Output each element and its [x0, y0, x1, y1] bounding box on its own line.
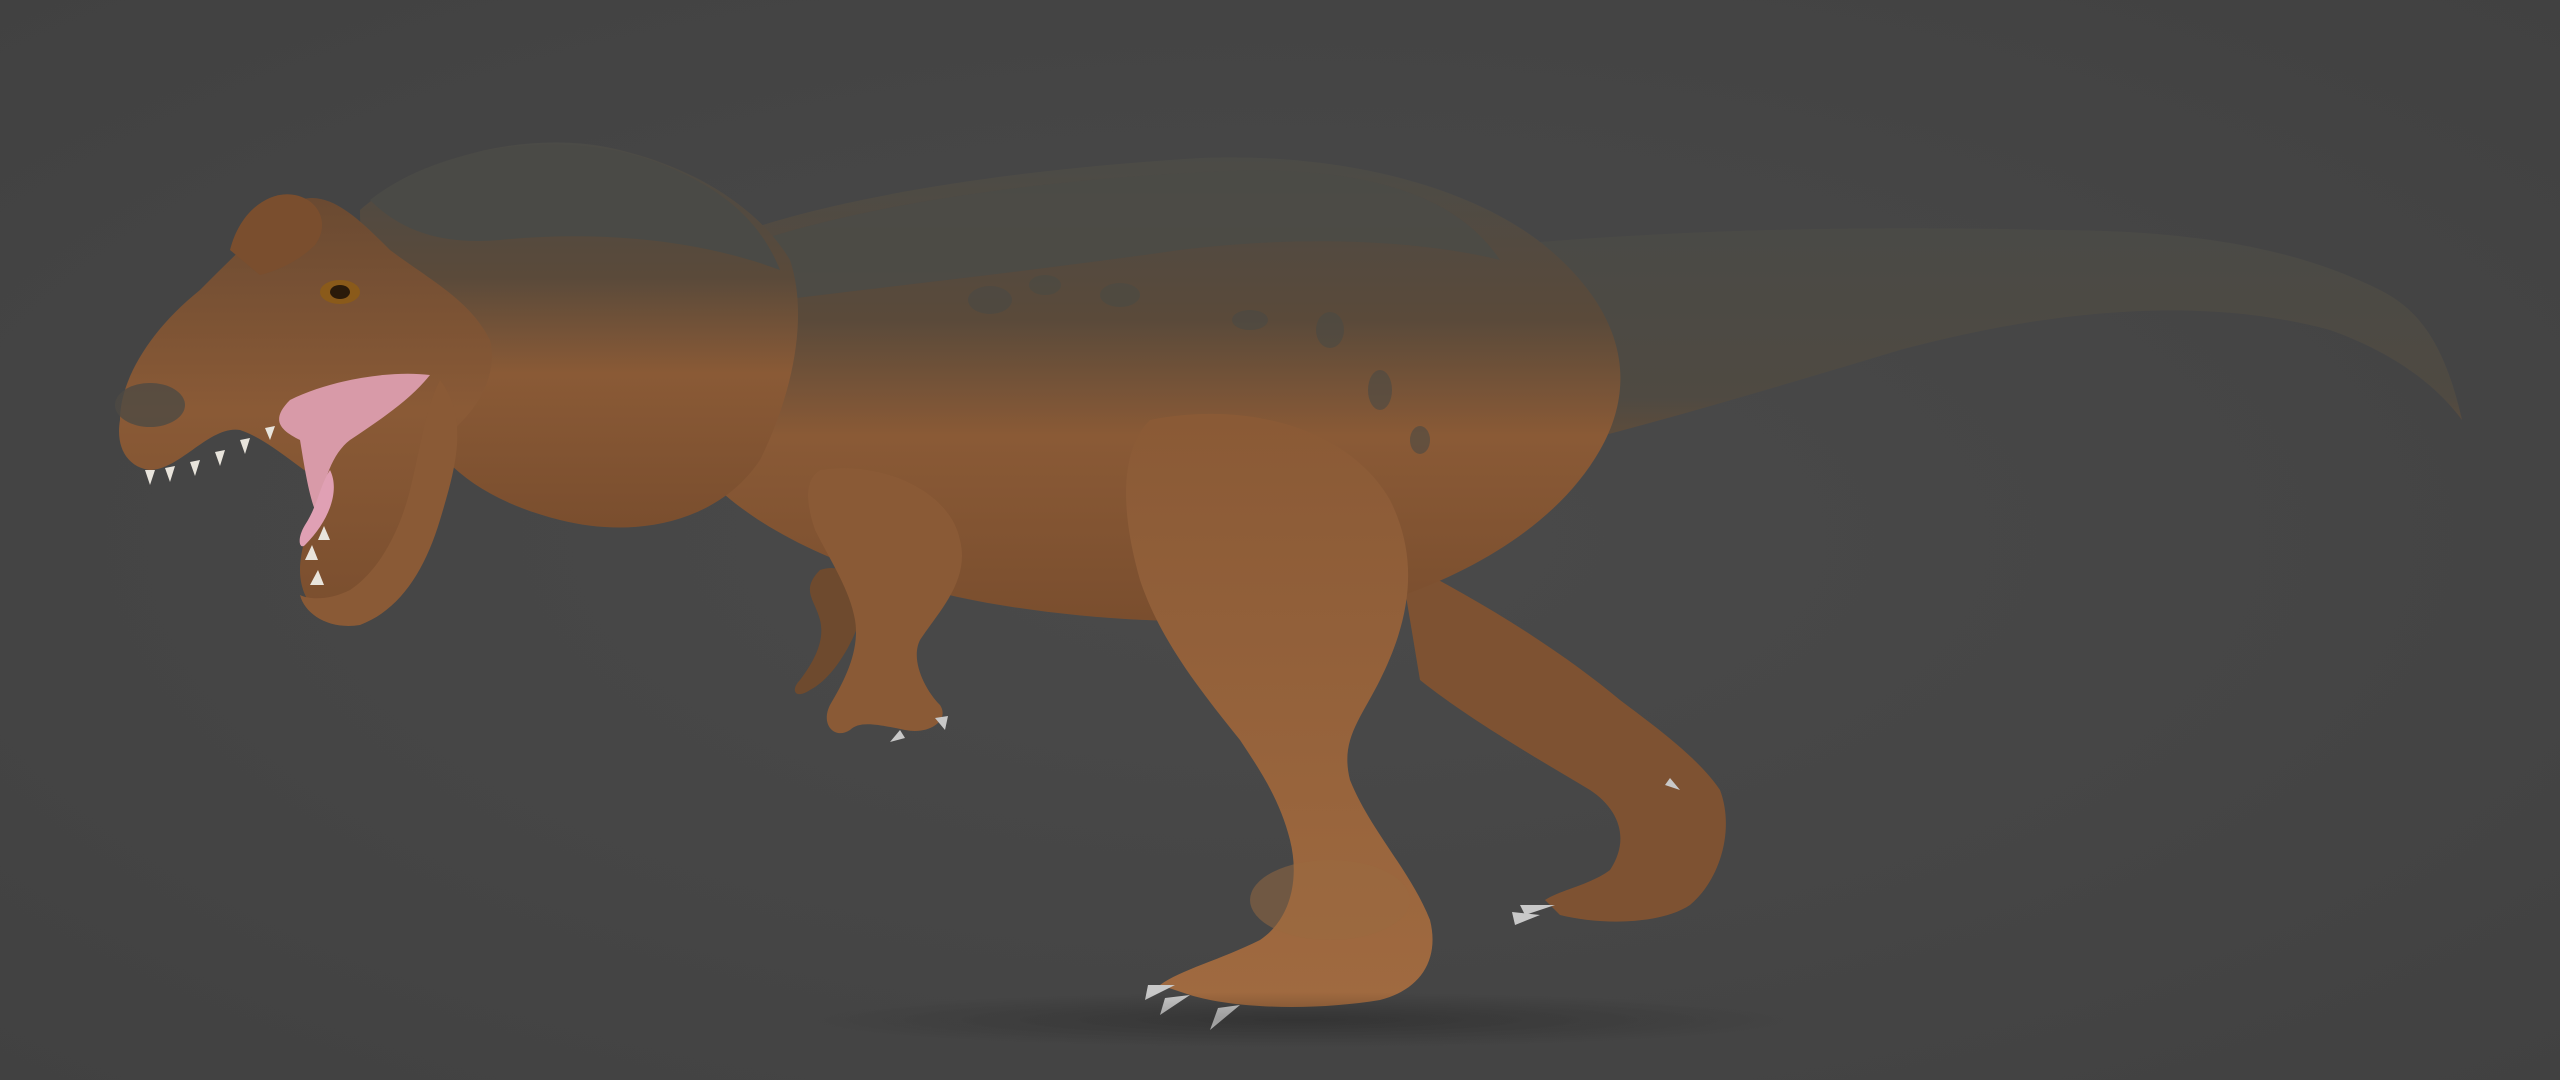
near-hind-leg	[1126, 413, 1433, 1030]
dinosaur-render	[115, 142, 2462, 1048]
far-hind-leg	[1400, 560, 1726, 925]
3d-viewport[interactable]	[0, 0, 2560, 1080]
